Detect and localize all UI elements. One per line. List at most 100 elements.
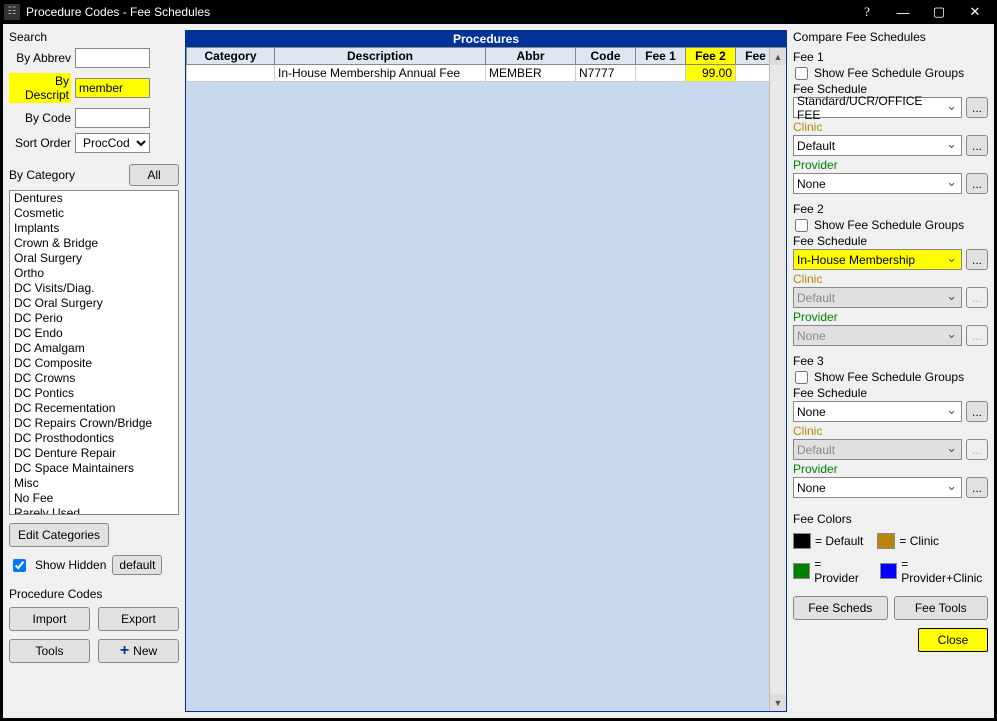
grid-col-header[interactable]: Description xyxy=(275,48,486,65)
maximize-button[interactable]: ▢ xyxy=(921,0,957,24)
compare-heading: Compare Fee Schedules xyxy=(793,30,988,44)
category-item[interactable]: Dentures xyxy=(10,191,178,206)
grid-cell[interactable]: In-House Membership Annual Fee xyxy=(275,65,486,82)
category-item[interactable]: DC Endo xyxy=(10,326,178,341)
by-code-label: By Code xyxy=(9,111,71,125)
category-item[interactable]: DC Space Maintainers xyxy=(10,461,178,476)
fee1-clinic-picker-button[interactable]: ... xyxy=(966,135,988,156)
grid-cell[interactable]: 99.00 xyxy=(686,65,736,82)
fee1-provider-picker-button[interactable]: ... xyxy=(966,173,988,194)
all-button[interactable]: All xyxy=(129,164,179,186)
grid-cell[interactable]: N7777 xyxy=(576,65,636,82)
category-listbox[interactable]: DenturesCosmeticImplantsCrown & BridgeOr… xyxy=(9,190,179,515)
category-item[interactable]: Rarely Used xyxy=(10,506,178,515)
show-hidden-checkbox[interactable] xyxy=(13,559,26,572)
fee_schedule-label: Fee Schedule xyxy=(793,234,988,248)
category-item[interactable]: DC Repairs Crown/Bridge xyxy=(10,416,178,431)
grid-scrollbar[interactable]: ▲ ▼ xyxy=(769,48,786,711)
show-groups-checkbox[interactable] xyxy=(795,67,808,80)
by-abbrev-input[interactable] xyxy=(75,48,150,68)
grid-header-row: CategoryDescriptionAbbrCodeFee 1Fee 2Fee… xyxy=(187,48,786,65)
category-item[interactable]: Crown & Bridge xyxy=(10,236,178,251)
swatch-provider xyxy=(793,563,810,579)
category-item[interactable]: Implants xyxy=(10,221,178,236)
provider-label: Provider xyxy=(793,462,988,476)
category-item[interactable]: DC Oral Surgery xyxy=(10,296,178,311)
fee-title: Fee 3 xyxy=(793,354,988,368)
category-item[interactable]: DC Perio xyxy=(10,311,178,326)
procedures-grid[interactable]: Procedures CategoryDescriptionAbbrCodeFe… xyxy=(185,30,787,712)
show-groups-checkbox[interactable] xyxy=(795,219,808,232)
category-item[interactable]: DC Crowns xyxy=(10,371,178,386)
fee-colors-heading: Fee Colors xyxy=(793,512,988,526)
grid-col-header[interactable]: Fee 1 xyxy=(636,48,686,65)
category-item[interactable]: Oral Surgery xyxy=(10,251,178,266)
procedure-codes-heading: Procedure Codes xyxy=(9,587,179,601)
sort-order-label: Sort Order xyxy=(9,136,71,150)
scroll-down-icon[interactable]: ▼ xyxy=(770,694,786,711)
fee3-provider-select[interactable]: None xyxy=(793,477,962,498)
fee1-clinic-select[interactable]: Default xyxy=(793,135,962,156)
titlebar: ☷ Procedure Codes - Fee Schedules ? — ▢ … xyxy=(0,0,997,24)
close-window-button[interactable]: ✕ xyxy=(957,0,993,24)
swatch-clinic xyxy=(877,533,895,549)
category-item[interactable]: DC Pontics xyxy=(10,386,178,401)
category-item[interactable]: Cosmetic xyxy=(10,206,178,221)
grid-col-header[interactable]: Category xyxy=(187,48,275,65)
show-groups-checkbox[interactable] xyxy=(795,371,808,384)
fee-block-1: Fee 1Show Fee Schedule GroupsFee Schedul… xyxy=(793,50,988,194)
new-button[interactable]: +New xyxy=(98,639,179,663)
color-provider-label: = Provider xyxy=(814,557,866,585)
category-item[interactable]: DC Visits/Diag. xyxy=(10,281,178,296)
help-button[interactable]: ? xyxy=(849,0,885,24)
grid-cell[interactable] xyxy=(636,65,686,82)
edit-categories-button[interactable]: Edit Categories xyxy=(9,523,109,547)
sort-order-select[interactable]: ProcCode xyxy=(75,133,150,153)
category-item[interactable]: DC Amalgam xyxy=(10,341,178,356)
minimize-button[interactable]: — xyxy=(885,0,921,24)
fee-tools-button[interactable]: Fee Tools xyxy=(894,596,989,620)
category-item[interactable]: DC Composite xyxy=(10,356,178,371)
close-button[interactable]: Close xyxy=(918,628,988,652)
fee1-schedule-picker-button[interactable]: ... xyxy=(966,97,988,118)
fee2-schedule-picker-button[interactable]: ... xyxy=(966,249,988,270)
tools-button[interactable]: Tools xyxy=(9,639,90,663)
by-descript-input[interactable] xyxy=(75,78,150,98)
scroll-up-icon[interactable]: ▲ xyxy=(770,48,786,65)
grid-cell[interactable] xyxy=(187,65,275,82)
grid-cell[interactable]: MEMBER xyxy=(486,65,576,82)
window-title: Procedure Codes - Fee Schedules xyxy=(26,5,849,19)
export-button[interactable]: Export xyxy=(98,607,179,631)
fee3-provider-picker-button[interactable]: ... xyxy=(966,477,988,498)
grid-col-header[interactable]: Code xyxy=(576,48,636,65)
center-panel: Procedures CategoryDescriptionAbbrCodeFe… xyxy=(185,30,787,712)
fee-block-3: Fee 3Show Fee Schedule GroupsFee Schedul… xyxy=(793,354,988,498)
category-item[interactable]: DC Denture Repair xyxy=(10,446,178,461)
import-button[interactable]: Import xyxy=(9,607,90,631)
fee2-schedule-select[interactable]: In-House Membership xyxy=(793,249,962,270)
default-button[interactable]: default xyxy=(112,555,162,575)
fee1-schedule-select[interactable]: Standard/UCR/OFFICE FEE xyxy=(793,97,962,118)
fee3-schedule-picker-button[interactable]: ... xyxy=(966,401,988,422)
clinic-label: Clinic xyxy=(793,120,988,134)
show-groups-label: Show Fee Schedule Groups xyxy=(814,66,964,80)
grid-col-header[interactable]: Abbr xyxy=(486,48,576,65)
by-code-input[interactable] xyxy=(75,108,150,128)
fee2-clinic-select: Default xyxy=(793,287,962,308)
category-item[interactable]: Ortho xyxy=(10,266,178,281)
clinic-label: Clinic xyxy=(793,424,988,438)
by-descript-label: By Descript xyxy=(9,73,71,103)
by-category-heading: By Category xyxy=(9,168,75,182)
fee1-provider-select[interactable]: None xyxy=(793,173,962,194)
fee3-schedule-select[interactable]: None xyxy=(793,401,962,422)
category-item[interactable]: DC Prosthodontics xyxy=(10,431,178,446)
plus-icon: + xyxy=(120,645,129,657)
category-item[interactable]: Misc xyxy=(10,476,178,491)
category-item[interactable]: DC Recementation xyxy=(10,401,178,416)
grid-col-header[interactable]: Fee 2 xyxy=(686,48,736,65)
provider-label: Provider xyxy=(793,158,988,172)
show-hidden-label: Show Hidden xyxy=(35,558,106,572)
table-row[interactable]: In-House Membership Annual FeeMEMBERN777… xyxy=(187,65,786,82)
category-item[interactable]: No Fee xyxy=(10,491,178,506)
fee-scheds-button[interactable]: Fee Scheds xyxy=(793,596,888,620)
